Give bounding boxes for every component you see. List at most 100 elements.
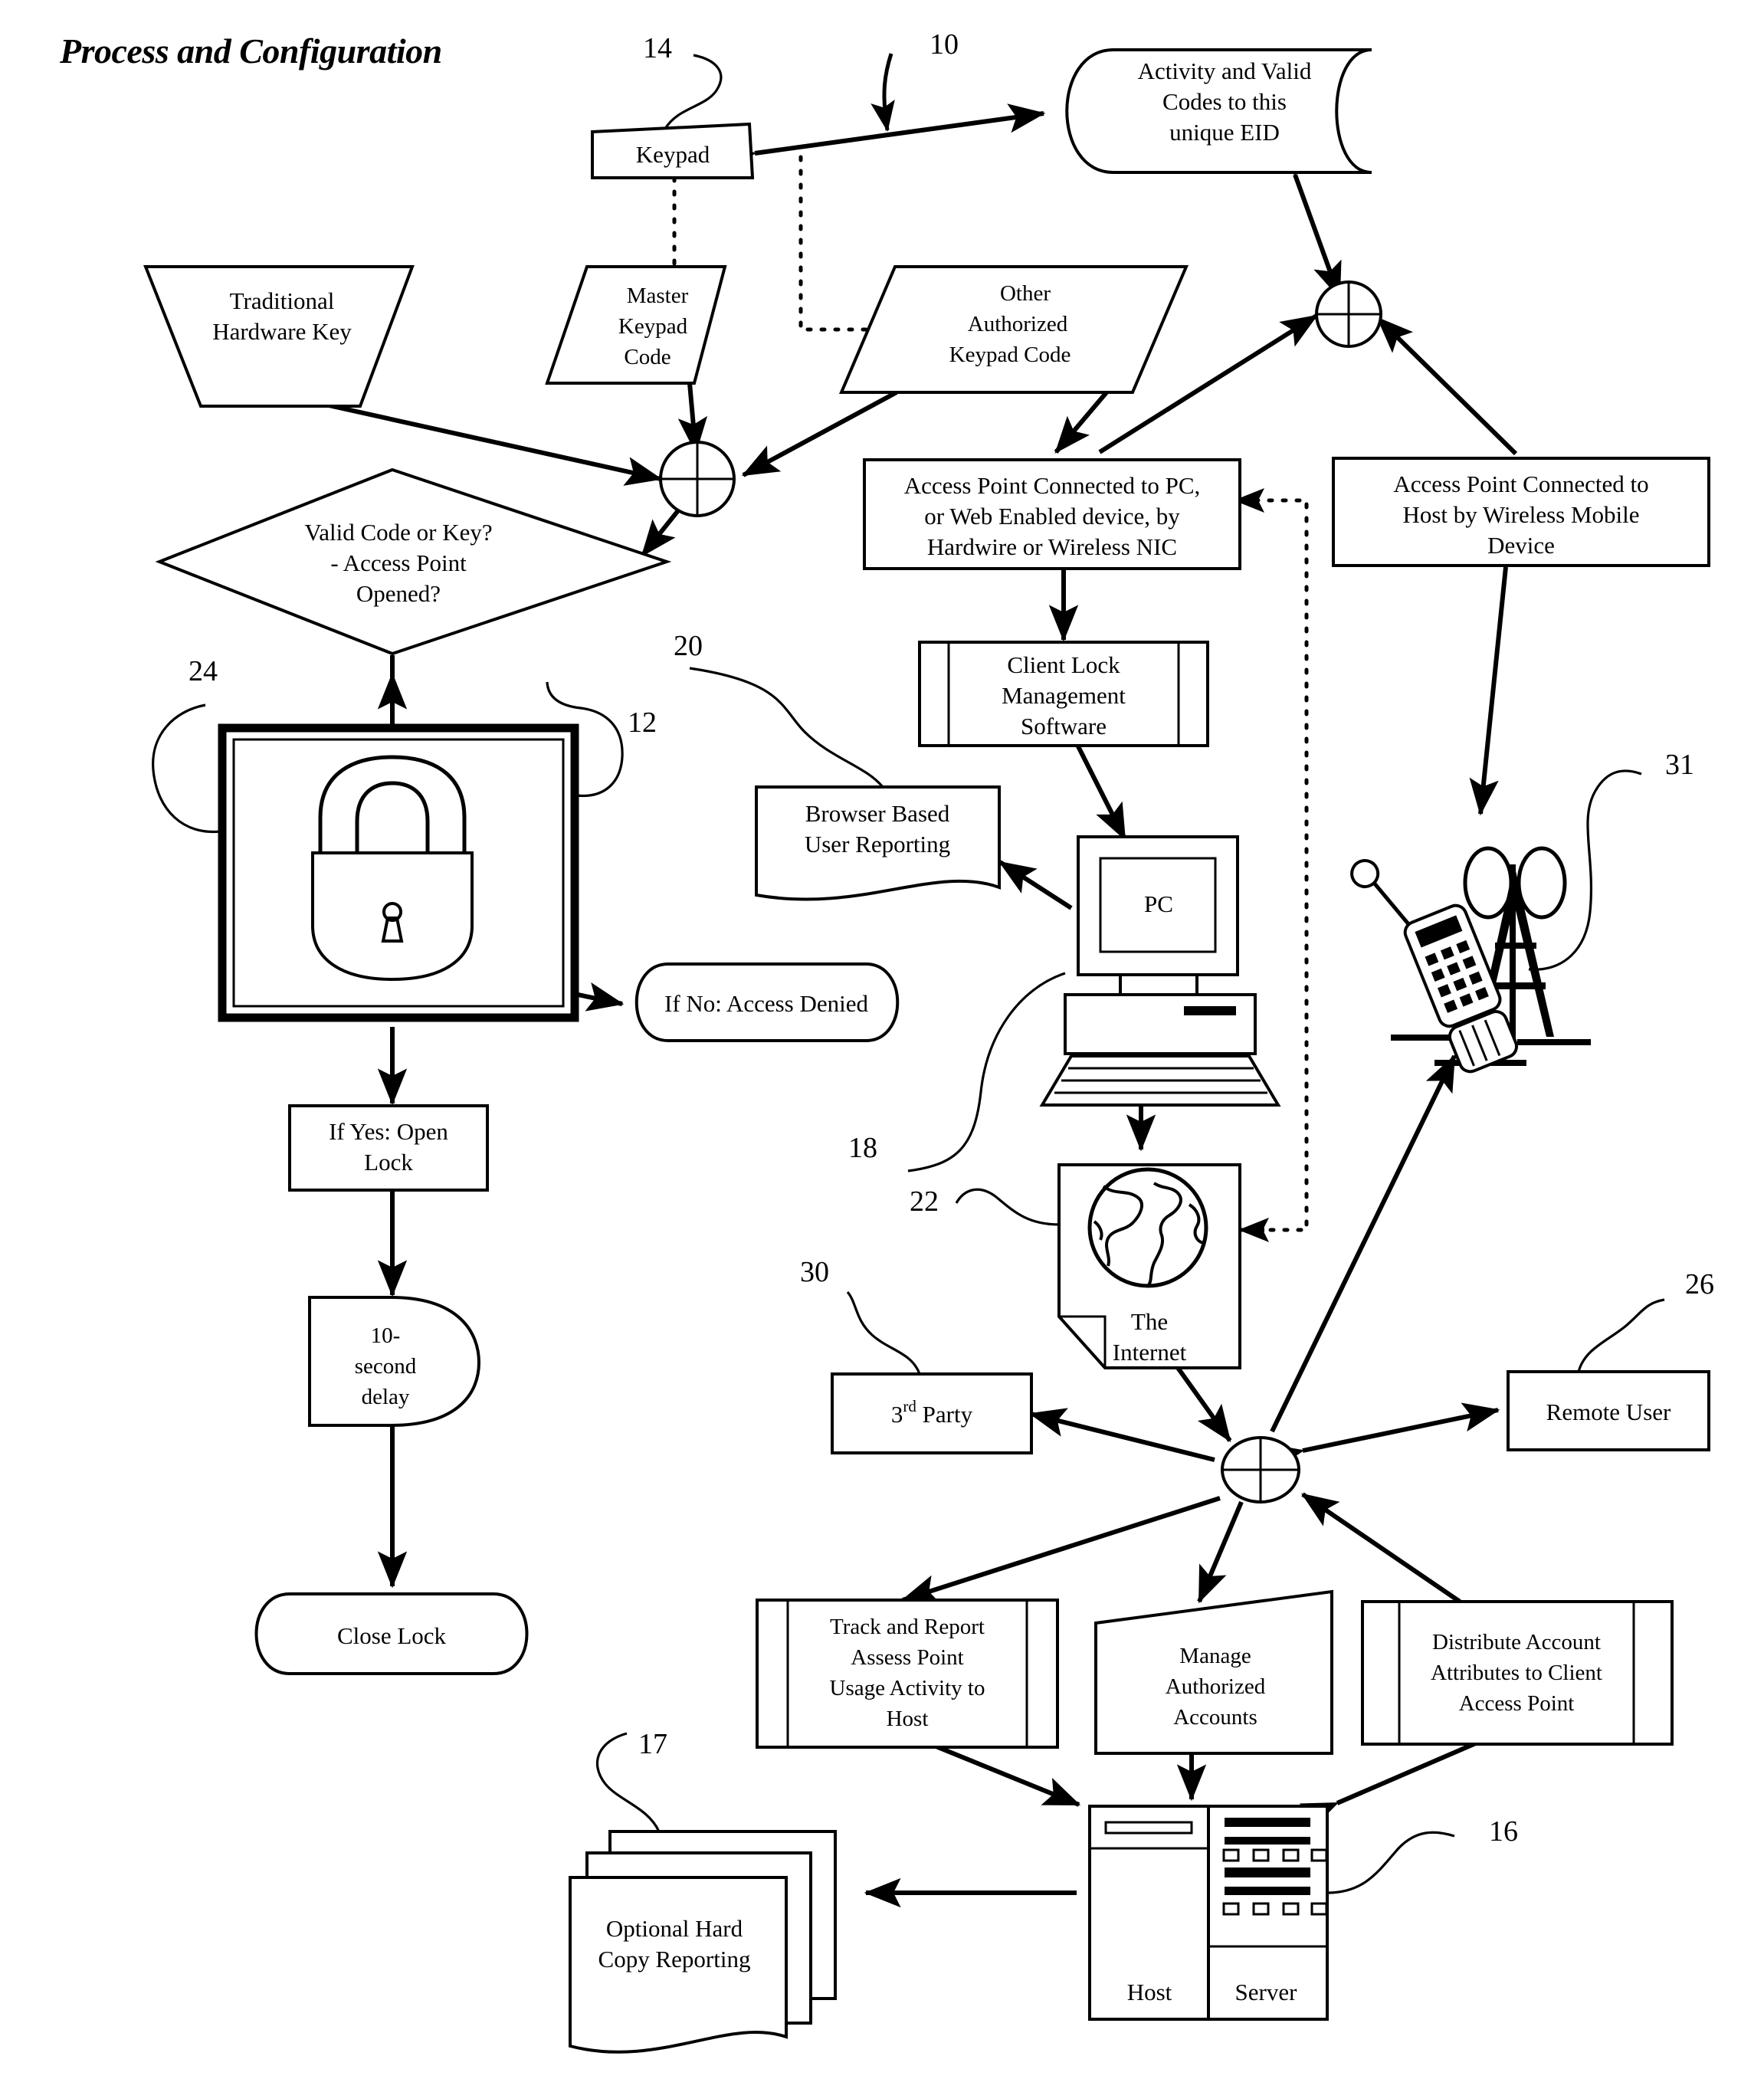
host-label: Host bbox=[1127, 1979, 1172, 2005]
connector-clientsoftware-pc bbox=[1048, 705, 1127, 841]
ground-line-2 bbox=[1517, 1039, 1591, 1045]
tower-signal-left bbox=[1463, 846, 1513, 920]
open-lock-line1: If Yes: Open bbox=[329, 1118, 448, 1145]
leader-line-16 bbox=[1326, 1831, 1455, 1894]
third-party-sup: rd bbox=[903, 1397, 916, 1415]
distribute-line1: Distribute Account bbox=[1432, 1630, 1601, 1654]
ref-number-17: 17 bbox=[638, 1728, 667, 1760]
manage-accounts-line2: Authorized bbox=[1166, 1674, 1266, 1699]
manage-accounts-line1: Manage bbox=[1179, 1644, 1251, 1668]
ref-number-20: 20 bbox=[674, 630, 703, 662]
activity-codes-line1: Activity and Valid bbox=[1138, 57, 1312, 84]
track-report-line1: Track and Report bbox=[830, 1615, 985, 1639]
leader-line-20 bbox=[689, 667, 884, 789]
access-point-pc-line1: Access Point Connected to PC, bbox=[904, 472, 1201, 499]
activity-codes-line3: unique EID bbox=[1169, 119, 1280, 146]
pc-label: PC bbox=[1144, 890, 1173, 917]
hardcopy-line2: Copy Reporting bbox=[598, 1946, 751, 1972]
ref-number-16: 16 bbox=[1489, 1815, 1518, 1848]
pc-drive-slot bbox=[1184, 1006, 1236, 1015]
browser-reporting-line2: User Reporting bbox=[805, 831, 950, 858]
third-party-num: 3 bbox=[891, 1401, 903, 1428]
master-code-line1: Master bbox=[627, 284, 689, 308]
other-code-line2: Authorized bbox=[968, 312, 1068, 336]
cell-tower-and-mobile-phone-icon[interactable] bbox=[1348, 832, 1591, 1086]
connector-distribute-lowerjunction bbox=[1301, 1492, 1461, 1604]
activity-codes-line2: Codes to this bbox=[1162, 88, 1287, 115]
desktop-computer-icon[interactable] bbox=[1039, 835, 1281, 1107]
connector-junction-decision bbox=[640, 504, 684, 557]
patent-figure-page: Process and Configuration Keypad 14 10 A… bbox=[0, 0, 1764, 2079]
ref-number-14: 14 bbox=[643, 32, 672, 64]
connector-ref10-arrow bbox=[871, 53, 895, 132]
connector-keypad-activity bbox=[718, 103, 1046, 173]
keypad-label: Keypad bbox=[636, 141, 710, 168]
client-software-line2: Management bbox=[1002, 682, 1126, 709]
client-software-line3: Software bbox=[1021, 713, 1107, 739]
connector-accesspointmobile-junction bbox=[1375, 316, 1518, 456]
traditional-key-line2: Hardware Key bbox=[212, 318, 352, 345]
ref-number-26: 26 bbox=[1685, 1268, 1714, 1300]
connector-lowerjunction-thirdparty bbox=[1028, 1408, 1215, 1462]
connector-internet-lowerjunction bbox=[1139, 1323, 1232, 1442]
ref-number-18: 18 bbox=[848, 1132, 877, 1164]
decision-line2: - Access Point bbox=[330, 549, 467, 576]
remote-user-label: Remote User bbox=[1546, 1399, 1671, 1425]
phone-antenna bbox=[1372, 880, 1410, 926]
track-report-line3: Usage Activity to bbox=[830, 1676, 985, 1700]
connector-lowerjunction-remoteuser bbox=[1265, 1402, 1500, 1473]
server-bar-2 bbox=[1225, 1837, 1310, 1845]
open-lock-line2: Lock bbox=[364, 1149, 413, 1176]
server-bar-3 bbox=[1225, 1867, 1310, 1877]
connector-pc-browserreporting bbox=[998, 860, 1073, 910]
access-denied-label: If No: Access Denied bbox=[664, 990, 868, 1017]
delay-line1: 10- bbox=[371, 1323, 401, 1348]
connector-activity-junction bbox=[1269, 136, 1342, 300]
padlock-body bbox=[311, 851, 474, 982]
tower-crossbar-1 bbox=[1495, 943, 1536, 949]
server-bar-4 bbox=[1225, 1887, 1310, 1895]
decision-line3: Opened? bbox=[356, 580, 441, 607]
connector-hardwarekey-junction bbox=[321, 402, 663, 486]
leader-line-30 bbox=[846, 1290, 921, 1375]
server-label: Server bbox=[1235, 1979, 1298, 2005]
decision-line1: Valid Code or Key? bbox=[304, 519, 492, 546]
access-point-pc-line3: Hardwire or Wireless NIC bbox=[927, 533, 1177, 560]
connector-lowerjunction-manageaccounts bbox=[1197, 1500, 1244, 1604]
ref-number-24: 24 bbox=[189, 655, 218, 687]
master-code-line2: Keypad bbox=[618, 314, 688, 339]
leader-line-18 bbox=[907, 972, 1066, 1172]
pc-base-unit bbox=[1064, 993, 1257, 1055]
process-and-configuration-diagram: Keypad 14 10 Activity and Valid Codes to… bbox=[143, 28, 1714, 2054]
manage-accounts-line3: Accounts bbox=[1173, 1705, 1257, 1730]
internet-line2: Internet bbox=[1113, 1339, 1187, 1366]
connector-accesspoint-internet-dotted bbox=[1238, 498, 1309, 1232]
internet-line1: The bbox=[1131, 1308, 1168, 1335]
client-software-line1: Client Lock bbox=[1007, 651, 1120, 678]
ref-number-22: 22 bbox=[910, 1185, 939, 1218]
connector-lowerjunction-trackreport bbox=[900, 1496, 1221, 1604]
leader-line-22 bbox=[955, 1188, 1060, 1226]
traditional-key-line1: Traditional bbox=[230, 287, 335, 314]
connector-accesspointmobile-celltower bbox=[1469, 566, 1508, 816]
access-point-mobile-line3: Device bbox=[1487, 532, 1555, 559]
connector-othercode-accesspoint bbox=[1054, 385, 1113, 454]
other-code-line3: Keypad Code bbox=[949, 343, 1071, 367]
ref-number-31: 31 bbox=[1665, 749, 1694, 781]
third-party-rest: Party bbox=[916, 1401, 973, 1428]
connector-lowerjunction-celltower bbox=[1270, 1054, 1457, 1433]
delay-line2: second bbox=[355, 1354, 417, 1379]
leader-line-26 bbox=[1577, 1298, 1665, 1372]
server-bar-1 bbox=[1225, 1818, 1310, 1827]
access-point-mobile-line2: Host by Wireless Mobile bbox=[1402, 501, 1639, 528]
tower-center-pole bbox=[1510, 864, 1516, 1039]
track-report-line4: Host bbox=[887, 1707, 929, 1731]
leader-line-31 bbox=[1528, 769, 1642, 971]
internet-page-shape[interactable] bbox=[1057, 1163, 1241, 1369]
master-code-line3: Code bbox=[624, 345, 671, 369]
tower-signal-right bbox=[1516, 846, 1567, 920]
ref-number-12: 12 bbox=[628, 707, 657, 739]
close-lock-label: Close Lock bbox=[337, 1622, 447, 1649]
ref-number-30: 30 bbox=[800, 1256, 829, 1288]
distribute-line3: Access Point bbox=[1459, 1691, 1575, 1716]
